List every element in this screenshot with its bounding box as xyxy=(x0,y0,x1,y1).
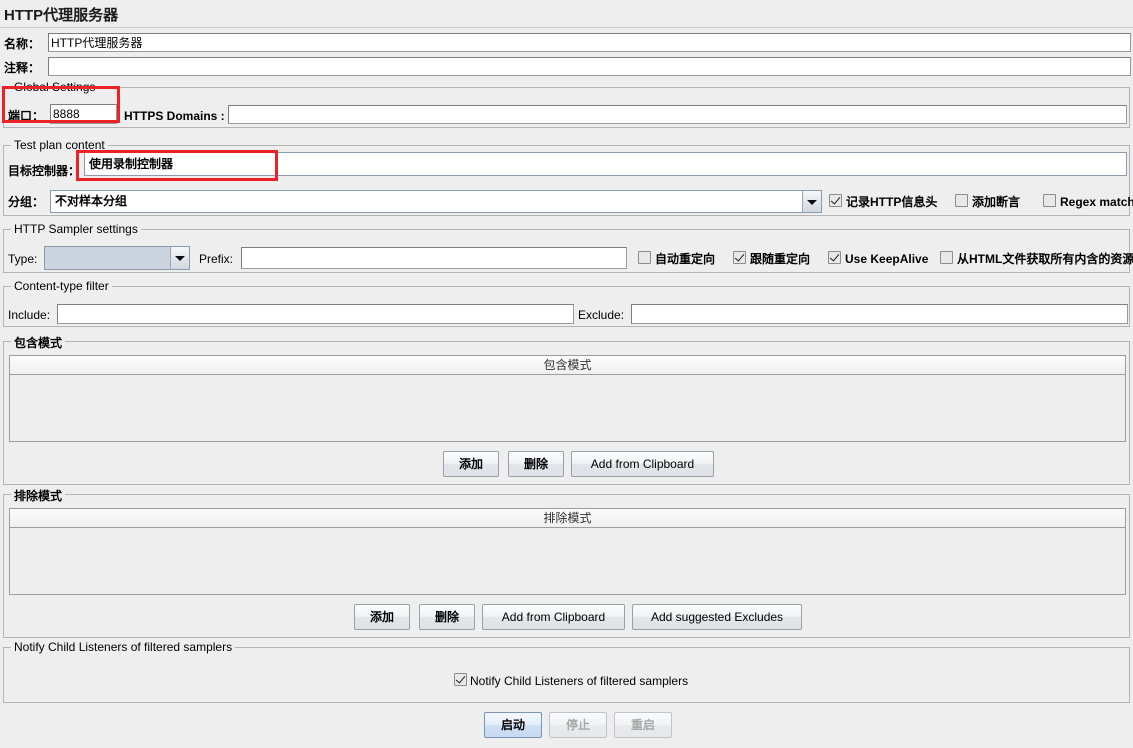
exclude-patterns-table-header: 排除模式 xyxy=(10,509,1125,528)
include-patterns-table-body[interactable] xyxy=(10,375,1125,441)
page-title: HTTP代理服务器 xyxy=(4,7,119,24)
content-type-exclude-input[interactable] xyxy=(631,304,1128,324)
include-patterns-column-header: 包含模式 xyxy=(543,358,592,372)
target-controller-label: 目标控制器： xyxy=(8,164,81,178)
checkbox-notify-child-listeners[interactable] xyxy=(454,673,467,686)
restart-button[interactable]: 重启 xyxy=(614,712,672,738)
http-sampler-settings-legend: HTTP Sampler settings xyxy=(11,222,141,236)
exclude-patterns-table[interactable]: 排除模式 xyxy=(9,508,1126,595)
https-domains-label: HTTPS Domains : xyxy=(124,109,225,123)
chevron-down-icon[interactable] xyxy=(170,247,189,269)
checkbox-retrieve-embedded-resources[interactable] xyxy=(940,251,953,264)
exclude-label: Exclude: xyxy=(578,308,625,322)
checkbox-retrieve-embedded-resources-label: 从HTML文件获取所有内含的资源 xyxy=(957,252,1133,266)
exclude-add-button[interactable]: 添加 xyxy=(354,604,410,630)
content-type-include-input[interactable] xyxy=(57,304,574,324)
include-add-from-clipboard-button[interactable]: Add from Clipboard xyxy=(571,451,714,477)
test-plan-content-legend: Test plan content xyxy=(11,138,108,152)
stop-button[interactable]: 停止 xyxy=(549,712,607,738)
checkbox-follow-redirect[interactable] xyxy=(733,251,746,264)
chevron-down-icon[interactable] xyxy=(802,191,821,212)
checkbox-regex-matching-label: Regex matching xyxy=(1060,195,1133,209)
checkbox-regex-matching[interactable] xyxy=(1043,194,1056,207)
include-patterns-table[interactable]: 包含模式 xyxy=(9,355,1126,442)
name-label: 名称： xyxy=(4,37,41,51)
include-patterns-table-header: 包含模式 xyxy=(10,356,1125,375)
https-domains-input[interactable] xyxy=(228,105,1127,124)
type-combo[interactable] xyxy=(44,246,190,270)
checkbox-use-keepalive-label: Use KeepAlive xyxy=(845,252,929,266)
checkbox-use-keepalive[interactable] xyxy=(828,251,841,264)
exclude-patterns-column-header: 排除模式 xyxy=(543,511,592,525)
target-controller-combo[interactable]: 使用录制控制器 xyxy=(84,152,1127,176)
checkbox-record-http-headers[interactable] xyxy=(829,194,842,207)
checkbox-record-http-headers-label: 记录HTTP信息头 xyxy=(846,195,938,209)
checkbox-notify-child-listeners-label: Notify Child Listeners of filtered sampl… xyxy=(470,674,689,688)
grouping-combo[interactable]: 不对样本分组 xyxy=(50,190,822,213)
include-patterns-legend: 包含模式 xyxy=(11,334,66,351)
grouping-value: 不对样本分组 xyxy=(55,194,128,208)
checkbox-add-assertions[interactable] xyxy=(955,194,968,207)
exclude-add-from-clipboard-button[interactable]: Add from Clipboard xyxy=(482,604,625,630)
comment-input[interactable] xyxy=(48,57,1131,76)
port-input[interactable]: 8888 xyxy=(50,104,117,124)
checkbox-auto-redirect[interactable] xyxy=(638,251,651,264)
exclude-add-suggested-button[interactable]: Add suggested Excludes xyxy=(632,604,802,630)
global-settings-legend: Global Settings xyxy=(11,80,99,94)
port-label: 端口： xyxy=(8,109,45,123)
exclude-delete-button[interactable]: 删除 xyxy=(419,604,475,630)
prefix-input[interactable] xyxy=(241,247,627,269)
include-label: Include: xyxy=(8,308,51,322)
name-input[interactable]: HTTP代理服务器 xyxy=(48,33,1131,52)
notify-child-listeners-legend: Notify Child Listeners of filtered sampl… xyxy=(11,640,236,654)
exclude-patterns-legend: 排除模式 xyxy=(11,487,66,504)
grouping-label: 分组： xyxy=(8,195,45,209)
content-type-filter-legend: Content-type filter xyxy=(11,279,112,293)
panel-title-bar: HTTP代理服务器 xyxy=(0,0,1133,28)
include-add-button[interactable]: 添加 xyxy=(443,451,499,477)
http-proxy-server-panel: HTTP代理服务器 名称： HTTP代理服务器 注释： Global Setti… xyxy=(0,0,1133,748)
type-label: Type: xyxy=(8,252,38,266)
comment-label: 注释： xyxy=(4,61,41,75)
include-delete-button[interactable]: 删除 xyxy=(508,451,564,477)
target-controller-value: 使用录制控制器 xyxy=(89,157,174,171)
checkbox-add-assertions-label: 添加断言 xyxy=(972,195,1021,209)
exclude-patterns-table-body[interactable] xyxy=(10,528,1125,594)
checkbox-auto-redirect-label: 自动重定向 xyxy=(655,252,716,266)
start-button[interactable]: 启动 xyxy=(484,712,542,738)
checkbox-follow-redirect-label: 跟随重定向 xyxy=(750,252,811,266)
prefix-label: Prefix: xyxy=(199,252,234,266)
